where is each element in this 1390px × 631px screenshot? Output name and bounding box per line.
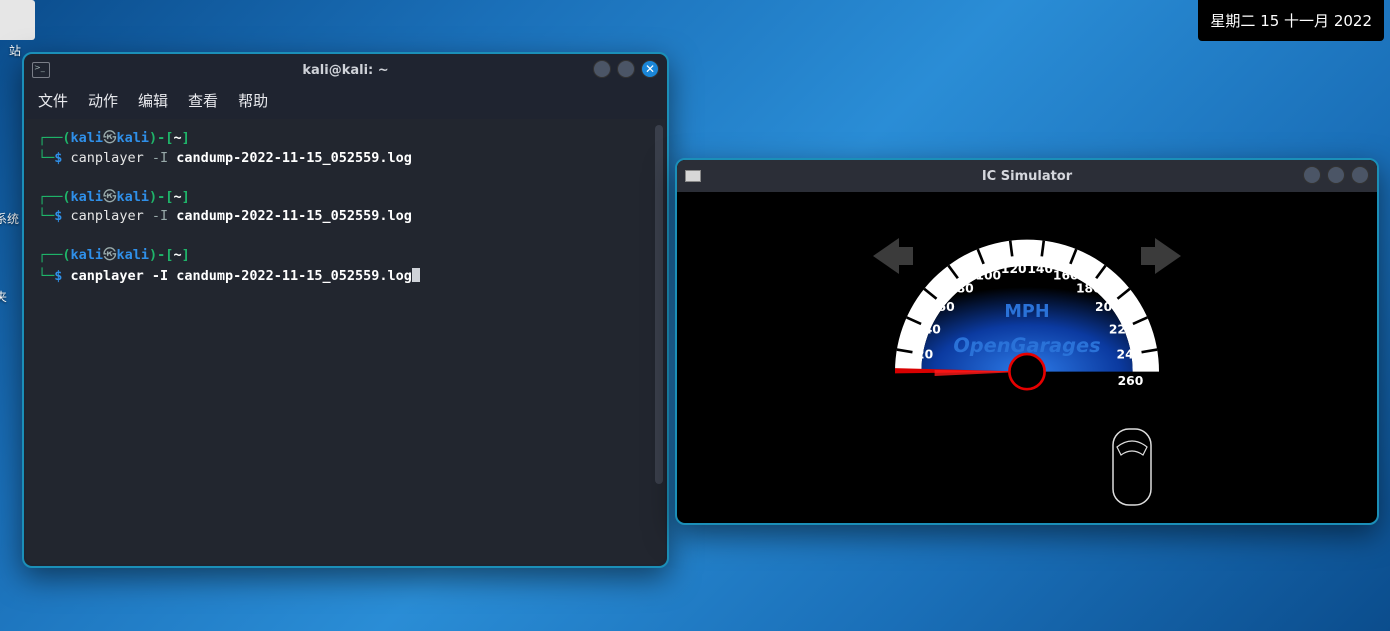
gauge-tick-label: 140 [1027, 262, 1053, 276]
window-controls [1303, 166, 1369, 184]
terminal-body[interactable]: ┌──(kali㉿kali)-[~] └─$ canplayer -I cand… [26, 119, 665, 564]
terminal-title: kali@kali: ~ [24, 63, 667, 78]
minimize-button[interactable] [593, 60, 611, 78]
command-line-active: └─$ canplayer -I candump-2022-11-15_0525… [38, 266, 653, 287]
terminal-titlebar[interactable]: kali@kali: ~ ✕ [24, 54, 667, 86]
desktop-icon[interactable]: 夹 [0, 288, 7, 305]
gauge-tick-label: 260 [1118, 374, 1144, 388]
maximize-button[interactable] [1327, 166, 1345, 184]
menu-view[interactable]: 查看 [188, 90, 218, 111]
ic-body: 20406080100120140160180200220240260 MPH … [677, 192, 1377, 523]
gauge-tick-label: 200 [1095, 300, 1121, 314]
gauge-tick-label: 120 [1001, 262, 1027, 276]
gauge-tick-label: 160 [1053, 269, 1079, 283]
gauge-tick-label: 180 [1076, 282, 1102, 296]
desktop-icon[interactable]: 系统 [0, 210, 19, 227]
gauge-unit-label: MPH [1004, 302, 1049, 322]
clock-date-badge[interactable]: 星期二 15 十一月 2022 [1198, 0, 1384, 41]
gauge-tick-label: 60 [938, 300, 955, 314]
command-line: └─$ canplayer -I candump-2022-11-15_0525… [38, 207, 653, 227]
terminal-menubar: 文件 动作 编辑 查看 帮助 [24, 86, 667, 119]
text-cursor-icon [412, 268, 420, 282]
gauge-tick-label: 220 [1109, 322, 1135, 336]
menu-file[interactable]: 文件 [38, 90, 68, 111]
gauge-tick-label: 20 [916, 348, 933, 362]
desktop-icon[interactable]: 站 [0, 0, 35, 59]
app-window-icon [685, 170, 701, 182]
ic-simulator-window: IC Simulator 20 40 [675, 158, 1379, 525]
ic-window-title: IC Simulator [677, 169, 1377, 184]
terminal-scrollbar[interactable] [655, 125, 663, 484]
prompt-line: ┌──(kali㉿kali)-[~] [38, 246, 653, 266]
window-controls: ✕ [593, 60, 659, 78]
gauge-tick-label: 100 [975, 269, 1001, 283]
close-button[interactable]: ✕ [641, 60, 659, 78]
gauge-tick-label: 40 [924, 322, 941, 336]
car-outline-icon [1107, 425, 1157, 509]
minimize-button[interactable] [1303, 166, 1321, 184]
desktop-icon-label: 夹 [0, 288, 7, 305]
terminal-app-icon [32, 62, 50, 78]
gauge-tick-label: 80 [957, 282, 974, 296]
gauge-tick-label: 240 [1117, 348, 1143, 362]
prompt-line: ┌──(kali㉿kali)-[~] [38, 129, 653, 149]
command-line: └─$ canplayer -I candump-2022-11-15_0525… [38, 149, 653, 169]
trash-icon [0, 0, 35, 40]
ic-titlebar[interactable]: IC Simulator [677, 160, 1377, 192]
speedometer-gauge: 20406080100120140160180200220240260 MPH … [862, 222, 1192, 398]
maximize-button[interactable] [617, 60, 635, 78]
close-button[interactable] [1351, 166, 1369, 184]
terminal-window: kali@kali: ~ ✕ 文件 动作 编辑 查看 帮助 ┌──(kali㉿k… [22, 52, 669, 568]
menu-help[interactable]: 帮助 [238, 90, 268, 111]
menu-edit[interactable]: 编辑 [138, 90, 168, 111]
menu-action[interactable]: 动作 [88, 90, 118, 111]
desktop-icon-label: 系统 [0, 210, 19, 227]
prompt-line: ┌──(kali㉿kali)-[~] [38, 188, 653, 208]
